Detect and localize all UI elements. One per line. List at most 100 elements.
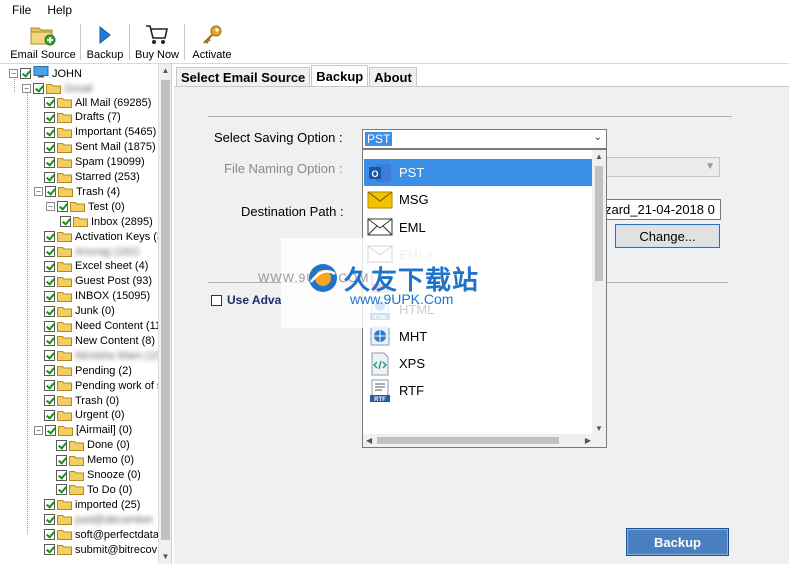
checkbox[interactable] xyxy=(44,231,55,243)
collapse-icon[interactable]: − xyxy=(34,425,43,435)
checkbox[interactable] xyxy=(44,246,55,257)
tree-item[interactable]: Activation Keys (3 xyxy=(44,229,163,244)
tree-item[interactable]: Guest Post (93) xyxy=(44,274,152,289)
saving-option-item[interactable]: RTF RTF xyxy=(364,377,593,404)
tree-item[interactable]: Need Content (11 xyxy=(44,319,161,334)
tree-scrollbar-thumb[interactable] xyxy=(161,80,170,540)
backup-button[interactable]: Backup xyxy=(626,528,729,556)
tree-item[interactable]: Inbox (2895) xyxy=(60,214,153,229)
tree-item[interactable]: New Content (8) xyxy=(44,333,155,348)
tree-item[interactable]: − [Airmail] (0) xyxy=(34,423,132,438)
checkbox[interactable] xyxy=(44,275,55,287)
checkbox[interactable] xyxy=(44,126,55,138)
checkbox[interactable] xyxy=(44,111,55,123)
scroll-down-icon[interactable]: ▼ xyxy=(159,550,171,564)
tree-item[interactable]: To Do (0) xyxy=(56,482,132,497)
tree-item[interactable]: pad@abcamber xyxy=(44,512,153,527)
saving-option-item[interactable]: EML xyxy=(364,214,593,241)
buy-now-button[interactable]: Buy Now xyxy=(134,20,180,62)
checkbox[interactable] xyxy=(44,290,55,302)
tree-item[interactable]: Trash (0) xyxy=(44,393,119,408)
saving-option-item[interactable]: MSG xyxy=(364,186,593,213)
saving-option-item[interactable]: O PST xyxy=(364,159,593,186)
tree-item[interactable]: submit@bitrecov xyxy=(44,542,157,557)
tree-item[interactable]: Starred (253) xyxy=(44,170,140,185)
tree-item[interactable]: Excel sheet (4) xyxy=(44,259,148,274)
tree-item[interactable]: Pending (2) xyxy=(44,363,132,378)
checkbox[interactable] xyxy=(44,395,55,406)
collapse-icon[interactable]: − xyxy=(34,187,43,197)
collapse-icon[interactable]: − xyxy=(22,84,31,93)
tab-about[interactable]: About xyxy=(369,67,417,86)
scroll-down-icon[interactable]: ▼ xyxy=(595,424,603,433)
tree-item[interactable]: − Trash (4) xyxy=(34,184,120,199)
destination-path-input[interactable]: zard_21-04-2018 0 xyxy=(600,199,721,220)
folder-tree[interactable]: − JOHN − Gmail All Mail (69285) Drafts (7) Imp… xyxy=(0,64,172,564)
tree-item[interactable]: soft@perfectdata xyxy=(44,527,159,542)
saving-option-select[interactable]: PST ⌄ xyxy=(362,129,607,149)
checkbox[interactable] xyxy=(44,365,55,377)
tab-select-email-source[interactable]: Select Email Source xyxy=(176,67,311,86)
tab-backup[interactable]: Backup xyxy=(311,65,369,86)
checkbox[interactable] xyxy=(56,484,67,496)
list-horizontal-scrollbar[interactable]: ◀ ▶ xyxy=(363,434,594,447)
scroll-up-icon[interactable]: ▲ xyxy=(159,64,171,78)
tree-item[interactable]: Urgent (0) xyxy=(44,408,125,423)
tree-item-account[interactable]: − Gmail xyxy=(22,81,93,96)
tree-item[interactable]: Memo (0) xyxy=(56,453,134,468)
tree-item[interactable]: Anurag (182) xyxy=(44,244,139,259)
tree-scrollbar[interactable]: ▲ ▼ xyxy=(158,64,171,564)
menu-help[interactable]: Help xyxy=(47,3,72,17)
list-vertical-scrollbar[interactable]: ▲ ▼ xyxy=(592,150,606,435)
scroll-right-icon[interactable]: ▶ xyxy=(585,436,591,445)
list-scrollbar-thumb[interactable] xyxy=(595,166,603,281)
checkbox[interactable] xyxy=(44,320,55,332)
tree-item[interactable]: Sent Mail (1875) xyxy=(44,140,156,155)
collapse-icon[interactable]: − xyxy=(9,69,18,78)
change-button[interactable]: Change... xyxy=(615,224,720,248)
tree-item[interactable]: − Test (0) xyxy=(46,199,125,214)
backup-toolbar-button[interactable]: Backup xyxy=(85,20,125,62)
checkbox[interactable] xyxy=(44,141,55,153)
checkbox[interactable] xyxy=(57,201,68,213)
checkbox[interactable] xyxy=(56,454,67,466)
tree-item-root[interactable]: − JOHN xyxy=(9,66,82,81)
checkbox[interactable] xyxy=(56,469,67,481)
checkbox[interactable] xyxy=(44,350,55,362)
scroll-up-icon[interactable]: ▲ xyxy=(595,152,603,161)
checkbox[interactable] xyxy=(45,186,56,198)
checkbox[interactable] xyxy=(44,380,55,392)
checkbox[interactable] xyxy=(56,439,67,451)
tree-item[interactable]: Important (5465) xyxy=(44,125,156,140)
checkbox[interactable] xyxy=(211,294,222,306)
checkbox[interactable] xyxy=(33,83,44,94)
tree-item[interactable]: Junk (0) xyxy=(44,304,115,319)
list-hscroll-thumb[interactable] xyxy=(377,437,559,444)
file-naming-select[interactable]: ▼ xyxy=(600,157,720,177)
scroll-left-icon[interactable]: ◀ xyxy=(366,436,372,445)
tree-item[interactable]: Spam (19099) xyxy=(44,155,145,170)
use-advance-checkbox[interactable]: Use Adva xyxy=(211,293,281,307)
tree-item[interactable]: imported (25) xyxy=(44,497,140,512)
checkbox[interactable] xyxy=(44,260,55,272)
activate-button[interactable]: Activate xyxy=(189,20,235,62)
checkbox[interactable] xyxy=(44,171,55,183)
checkbox[interactable] xyxy=(44,529,55,541)
checkbox[interactable] xyxy=(45,424,56,436)
menu-file[interactable]: File xyxy=(12,3,31,17)
collapse-icon[interactable]: − xyxy=(46,202,55,212)
checkbox[interactable] xyxy=(44,97,55,108)
tree-item[interactable]: Drafts (7) xyxy=(44,110,121,125)
checkbox[interactable] xyxy=(44,335,55,347)
checkbox[interactable] xyxy=(44,499,55,511)
tree-item[interactable]: Pending work of s xyxy=(44,378,162,393)
tree-item[interactable]: Nimisha Mam (15 xyxy=(44,348,161,363)
checkbox[interactable] xyxy=(44,544,55,555)
checkbox[interactable] xyxy=(20,68,31,79)
tree-item[interactable]: Snooze (0) xyxy=(56,468,141,483)
checkbox[interactable] xyxy=(44,156,55,168)
email-source-button[interactable]: Email Source xyxy=(10,20,76,62)
tree-item[interactable]: INBOX (15095) xyxy=(44,289,150,304)
checkbox[interactable] xyxy=(60,216,71,228)
checkbox[interactable] xyxy=(44,409,55,421)
